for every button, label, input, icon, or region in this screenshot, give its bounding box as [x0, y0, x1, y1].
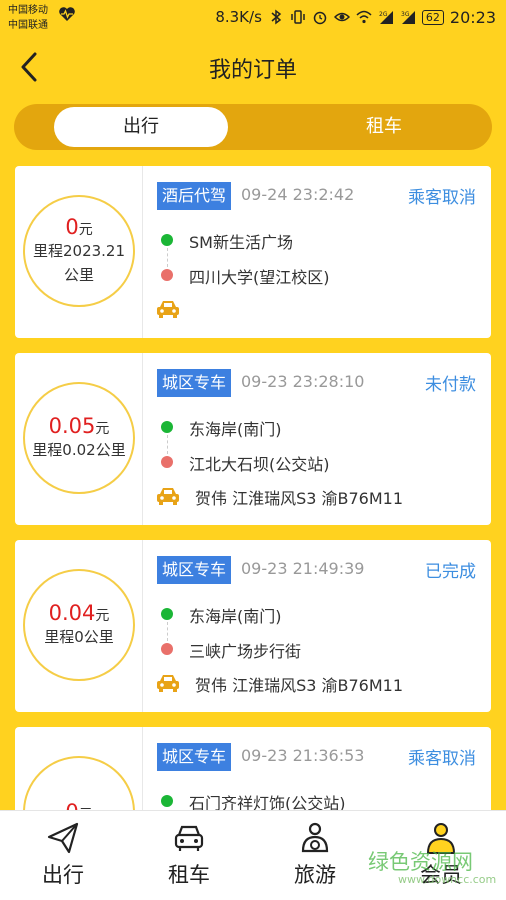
order-time: 09-23 21:36:53 [241, 746, 365, 765]
order-distance: 里程0公里 [44, 628, 114, 646]
signal-3g-icon: 3G [401, 11, 415, 24]
svg-text:2G: 2G [379, 11, 388, 18]
order-card[interactable]: 0元 里程2023.21公里 酒后代驾 09-24 23:2:42 乘客取消 S… [15, 166, 491, 338]
destination-address: 三峡广场步行街 [189, 642, 302, 661]
order-detail: 酒后代驾 09-24 23:2:42 乘客取消 SM新生活广场 四川大学(望江校… [143, 166, 491, 338]
heart-rate-icon [59, 7, 75, 21]
paper-plane-icon [47, 822, 79, 854]
nav-tourism[interactable]: 旅游 [252, 811, 378, 900]
destination-dot-icon [161, 456, 173, 468]
destination-address: 江北大石坝(公交站) [189, 455, 330, 474]
nav-label: 出行 [42, 863, 84, 887]
destination-address: 四川大学(望江校区) [189, 268, 330, 287]
order-time: 09-23 23:28:10 [241, 372, 365, 391]
order-summary: 0.05元 里程0.02公里 [15, 353, 143, 525]
page-title: 我的订单 [208, 58, 297, 83]
order-status: 未付款 [425, 375, 476, 395]
order-distance: 里程0.02公里 [32, 441, 126, 459]
order-summary: 0.04元 里程0公里 [15, 540, 143, 712]
alarm-icon [313, 11, 327, 25]
order-time: 09-23 21:49:39 [241, 559, 365, 578]
order-summary: 0元 里程2023.21公里 [15, 166, 143, 338]
app-header: 我的订单 [0, 36, 506, 100]
order-detail: 城区专车 09-23 23:28:10 未付款 东海岸(南门) 江北大石坝(公交… [143, 353, 491, 525]
origin-address: 东海岸(南门) [189, 420, 282, 439]
order-card[interactable]: 0元 城区专车 09-23 21:36:53 乘客取消 石门齐祥灯饰(公交站) [15, 727, 491, 810]
nav-label: 旅游 [294, 863, 336, 887]
origin-dot-icon [161, 421, 173, 433]
signal-2g-icon: 2G [379, 11, 393, 24]
status-icons: 8.3K/s 2G 3G 62 20:23 [215, 6, 496, 28]
origin-dot-icon [161, 234, 173, 246]
battery-indicator: 62 [421, 9, 444, 25]
amount-unit: 元 [95, 421, 110, 437]
origin-address: 石门齐祥灯饰(公交站) [189, 794, 346, 810]
car-icon [174, 825, 204, 851]
origin-address: 东海岸(南门) [189, 607, 282, 626]
order-status: 乘客取消 [408, 749, 476, 769]
clock: 20:23 [449, 7, 496, 27]
fare-circle: 0.04元 里程0公里 [23, 569, 135, 681]
wifi-icon [356, 10, 372, 24]
destination-dot-icon [161, 643, 173, 655]
nav-label: 租车 [168, 863, 210, 887]
fare-circle: 0元 里程2023.21公里 [23, 195, 135, 307]
watermark: 绿色资源网 [368, 850, 473, 874]
fare-circle: 0元 [23, 756, 135, 810]
fare-circle: 0.05元 里程0.02公里 [23, 382, 135, 494]
order-type-segment: 出行 租车 [14, 104, 492, 150]
steering-person-icon [301, 822, 329, 853]
service-type-badge: 城区专车 [157, 369, 232, 397]
carrier-info: 中国移动 中国联通 [8, 3, 48, 33]
nav-travel[interactable]: 出行 [0, 811, 126, 900]
carrier-1: 中国移动 [8, 5, 48, 16]
carrier-2: 中国联通 [8, 20, 48, 31]
order-amount: 0.05 [48, 414, 96, 438]
driver-info: 贺伟 江淮瑞风S3 渝B76M11 [195, 676, 404, 695]
car-icon [157, 488, 179, 505]
car-icon [157, 675, 179, 692]
amount-unit: 元 [95, 608, 110, 624]
net-speed: 8.3K/s [215, 8, 262, 26]
order-distance: 里程2023.21公里 [32, 242, 126, 284]
order-amount: 0 [65, 800, 78, 810]
origin-dot-icon [161, 795, 173, 807]
tab-travel[interactable]: 出行 [54, 107, 228, 147]
car-icon [157, 301, 179, 318]
order-detail: 城区专车 09-23 21:49:39 已完成 东海岸(南门) 三峡广场步行街 … [143, 540, 491, 712]
origin-address: SM新生活广场 [189, 233, 293, 252]
driver-info: 贺伟 江淮瑞风S3 渝B76M11 [195, 489, 404, 508]
order-amount: 0 [65, 215, 79, 239]
route-connector [167, 622, 168, 641]
svg-text:3G: 3G [401, 11, 410, 18]
order-list[interactable]: 0元 里程2023.21公里 酒后代驾 09-24 23:2:42 乘客取消 S… [0, 164, 506, 810]
route-connector [167, 248, 168, 267]
order-detail: 城区专车 09-23 21:36:53 乘客取消 石门齐祥灯饰(公交站) [143, 727, 491, 810]
vibrate-icon [291, 10, 305, 24]
order-status: 已完成 [425, 562, 476, 582]
order-card[interactable]: 0.05元 里程0.02公里 城区专车 09-23 23:28:10 未付款 东… [15, 353, 491, 525]
order-summary: 0元 [15, 727, 143, 810]
status-bar: 中国移动 中国联通 8.3K/s 2G 3G 62 20:23 [0, 0, 506, 36]
eye-icon [333, 12, 350, 22]
nav-car-rental[interactable]: 租车 [126, 811, 252, 900]
destination-dot-icon [161, 269, 173, 281]
bluetooth-icon [271, 9, 282, 25]
origin-dot-icon [161, 608, 173, 620]
service-type-badge: 城区专车 [157, 743, 232, 771]
order-status: 乘客取消 [408, 188, 476, 208]
tab-car-rental[interactable]: 租车 [284, 107, 484, 147]
service-type-badge: 城区专车 [157, 556, 232, 584]
service-type-badge: 酒后代驾 [157, 182, 232, 210]
order-time: 09-24 23:2:42 [241, 185, 355, 204]
watermark-url: www.downcc.com [398, 873, 497, 886]
amount-unit: 元 [78, 222, 93, 238]
order-amount: 0.04 [48, 601, 96, 625]
order-card[interactable]: 0.04元 里程0公里 城区专车 09-23 21:49:39 已完成 东海岸(… [15, 540, 491, 712]
route-connector [167, 435, 168, 454]
